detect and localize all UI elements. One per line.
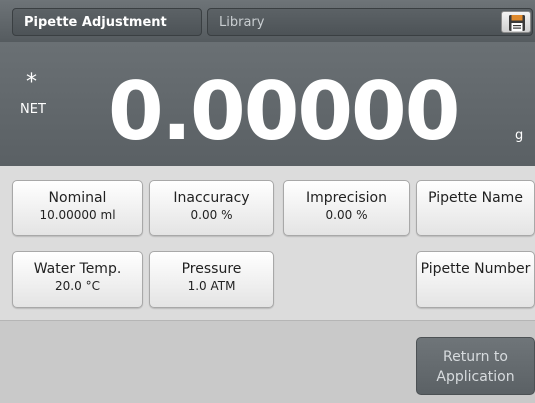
unit-label: g bbox=[515, 128, 524, 143]
pipette-number-label: Pipette Number bbox=[420, 261, 531, 277]
nominal-value: 10.00000 ml bbox=[39, 208, 116, 222]
inaccuracy-label: Inaccuracy bbox=[173, 190, 250, 206]
stability-indicator: * bbox=[26, 70, 37, 95]
pressure-label: Pressure bbox=[181, 261, 242, 277]
pipette-name-button[interactable]: Pipette Name bbox=[416, 180, 535, 236]
imprecision-value: 0.00 % bbox=[325, 208, 368, 222]
pressure-value: 1.0 ATM bbox=[187, 279, 236, 293]
water-temp-button[interactable]: Water Temp. 20.0 °C bbox=[12, 251, 143, 308]
tab-pipette-adjustment[interactable]: Pipette Adjustment bbox=[12, 8, 202, 36]
tab-library[interactable]: Library bbox=[207, 8, 533, 36]
inaccuracy-button[interactable]: Inaccuracy 0.00 % bbox=[149, 180, 274, 236]
net-label: NET bbox=[20, 102, 46, 117]
nominal-label: Nominal bbox=[48, 190, 107, 206]
water-temp-value: 20.0 °C bbox=[55, 279, 100, 293]
return-label-line2: Application bbox=[436, 369, 515, 385]
pipette-name-label: Pipette Name bbox=[428, 190, 523, 206]
floppy-disk-icon bbox=[509, 15, 525, 31]
save-button[interactable] bbox=[501, 11, 531, 33]
return-label-line1: Return to bbox=[443, 349, 508, 365]
pressure-button[interactable]: Pressure 1.0 ATM bbox=[149, 251, 274, 308]
imprecision-label: Imprecision bbox=[306, 190, 387, 206]
weight-readout: 0.00000 bbox=[108, 65, 460, 158]
imprecision-button[interactable]: Imprecision 0.00 % bbox=[283, 180, 410, 236]
nominal-button[interactable]: Nominal 10.00000 ml bbox=[12, 180, 143, 236]
pipette-number-button[interactable]: Pipette Number bbox=[416, 251, 535, 308]
inaccuracy-value: 0.00 % bbox=[190, 208, 233, 222]
return-to-application-button[interactable]: Return to Application bbox=[416, 337, 535, 395]
water-temp-label: Water Temp. bbox=[33, 261, 122, 277]
